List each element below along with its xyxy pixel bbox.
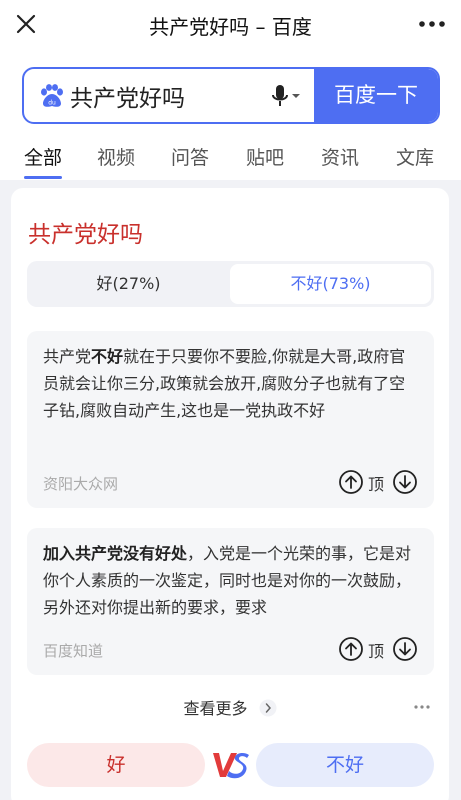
downvote-icon[interactable] <box>392 636 418 662</box>
opinion-text: 共产党不好就在于只要你不要脸,你就是大哥,政府官员就会让你三分,政策就会放开,腐… <box>43 347 406 420</box>
vote-bad-button[interactable]: 不好 <box>256 743 434 787</box>
microphone-icon[interactable] <box>270 83 304 109</box>
source-label[interactable]: 百度知道 <box>43 640 103 661</box>
see-more-label: 查看更多 <box>183 699 248 718</box>
chevron-right-icon <box>259 699 277 717</box>
window-title: 共产党好吗 – 百度 <box>149 15 312 39</box>
more-options-icon[interactable] <box>417 12 447 36</box>
category-tabs: 全部 视频 问答 贴吧 资讯 文库 <box>0 140 461 180</box>
opinion-item[interactable]: 共产党不好就在于只要你不要脸,你就是大哥,政府官员就会让你三分,政策就会放开,腐… <box>27 331 434 508</box>
source-label[interactable]: 资阳大众网 <box>43 473 118 494</box>
upvote-button[interactable]: 顶 <box>338 636 384 662</box>
opinion-item[interactable]: 加入共产党没有好处，入党是一个光荣的事，它是对你个人素质的一次鉴定，同时也是对你… <box>27 528 434 675</box>
search-input[interactable] <box>70 79 260 113</box>
downvote-icon[interactable] <box>392 469 418 495</box>
title-bar: 共产党好吗 – 百度 <box>0 0 461 50</box>
baidu-paw-icon: du <box>41 84 63 107</box>
vote-bar: 好 不好 <box>27 743 434 789</box>
search-area: du 百度一下 全部 视频 问答 贴吧 资讯 文库 <box>0 50 461 180</box>
active-tab-indicator <box>24 176 62 179</box>
vs-icon <box>213 752 249 779</box>
vote-good-button[interactable]: 好 <box>27 743 205 787</box>
tab-video[interactable]: 视频 <box>97 143 135 170</box>
upvote-button[interactable]: 顶 <box>338 469 384 495</box>
result-card: 共产党好吗 好(27%) 不好(73%) 共产党不好就在于只要你不要脸,你就是大… <box>11 188 449 800</box>
tab-tieba[interactable]: 贴吧 <box>246 143 284 170</box>
tab-news[interactable]: 资讯 <box>321 143 359 170</box>
opinion-text: 加入共产党没有好处，入党是一个光荣的事，它是对你个人素质的一次鉴定，同时也是对你… <box>43 544 412 617</box>
upvote-icon <box>339 637 363 661</box>
option-good[interactable]: 好(27%) <box>27 261 230 307</box>
search-button[interactable]: 百度一下 <box>314 69 438 122</box>
tab-wenku[interactable]: 文库 <box>396 143 434 170</box>
search-box: du 百度一下 <box>22 67 440 124</box>
option-bad[interactable]: 不好(73%) <box>230 264 431 304</box>
tab-qa[interactable]: 问答 <box>171 143 209 170</box>
see-more-link[interactable]: 查看更多 <box>11 695 449 719</box>
upvote-icon <box>339 470 363 494</box>
tab-all[interactable]: 全部 <box>24 143 62 170</box>
opinion-toggle: 好(27%) 不好(73%) <box>27 261 434 307</box>
svg-text:du: du <box>48 100 56 107</box>
more-dots-icon[interactable] <box>413 704 431 710</box>
card-heading[interactable]: 共产党好吗 <box>28 215 143 249</box>
